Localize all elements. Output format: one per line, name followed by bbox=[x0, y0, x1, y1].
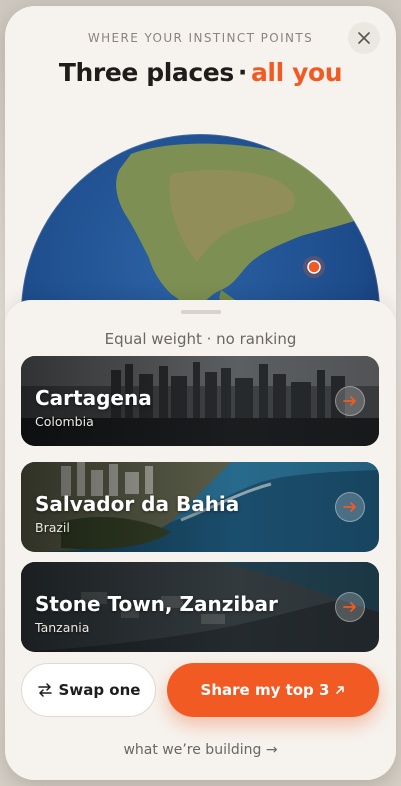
title-separator: · bbox=[237, 58, 248, 87]
place-card-cartagena[interactable]: Cartagena Colombia bbox=[21, 356, 379, 446]
close-icon bbox=[358, 32, 370, 44]
place-country: Colombia bbox=[35, 414, 94, 429]
arrow-right-icon bbox=[343, 602, 356, 612]
title-accent: all you bbox=[250, 58, 343, 87]
swap-icon bbox=[37, 683, 52, 697]
arrow-right-icon bbox=[343, 502, 356, 512]
place-card-stone-town[interactable]: Stone Town, Zanzibar Tanzania bbox=[21, 562, 379, 652]
open-place-button[interactable] bbox=[335, 592, 365, 622]
place-card-salvador[interactable]: Salvador da Bahia Brazil bbox=[21, 462, 379, 552]
open-place-button[interactable] bbox=[335, 386, 365, 416]
place-country: Tanzania bbox=[35, 620, 90, 635]
what-were-building-link[interactable]: what we’re building → bbox=[5, 742, 396, 758]
open-place-button[interactable] bbox=[335, 492, 365, 522]
swap-one-label: Swap one bbox=[58, 681, 141, 699]
place-name: Stone Town, Zanzibar bbox=[35, 592, 278, 616]
eyebrow-label: WHERE YOUR INSTINCT POINTS bbox=[87, 31, 314, 45]
sheet-handle[interactable] bbox=[180, 310, 221, 314]
place-name: Salvador da Bahia bbox=[35, 492, 240, 516]
results-sheet: Equal weight · no ranking Cartagena Colo… bbox=[5, 300, 396, 780]
share-top-3-button[interactable]: Share my top 3 bbox=[167, 663, 379, 717]
place-country: Brazil bbox=[35, 520, 70, 535]
modal-panel: WHERE YOUR INSTINCT POINTS Three places ·… bbox=[5, 6, 396, 780]
location-pin-icon bbox=[307, 260, 321, 274]
place-name: Cartagena bbox=[35, 386, 152, 410]
close-button[interactable] bbox=[348, 22, 380, 54]
page-title: Three places · all you bbox=[5, 58, 396, 87]
title-main: Three places bbox=[58, 58, 234, 87]
swap-one-button[interactable]: Swap one bbox=[21, 663, 156, 717]
share-label: Share my top 3 bbox=[200, 681, 330, 699]
arrow-up-right-icon bbox=[336, 686, 345, 694]
sheet-subtitle: Equal weight · no ranking bbox=[104, 330, 297, 348]
arrow-right-icon bbox=[343, 396, 356, 406]
